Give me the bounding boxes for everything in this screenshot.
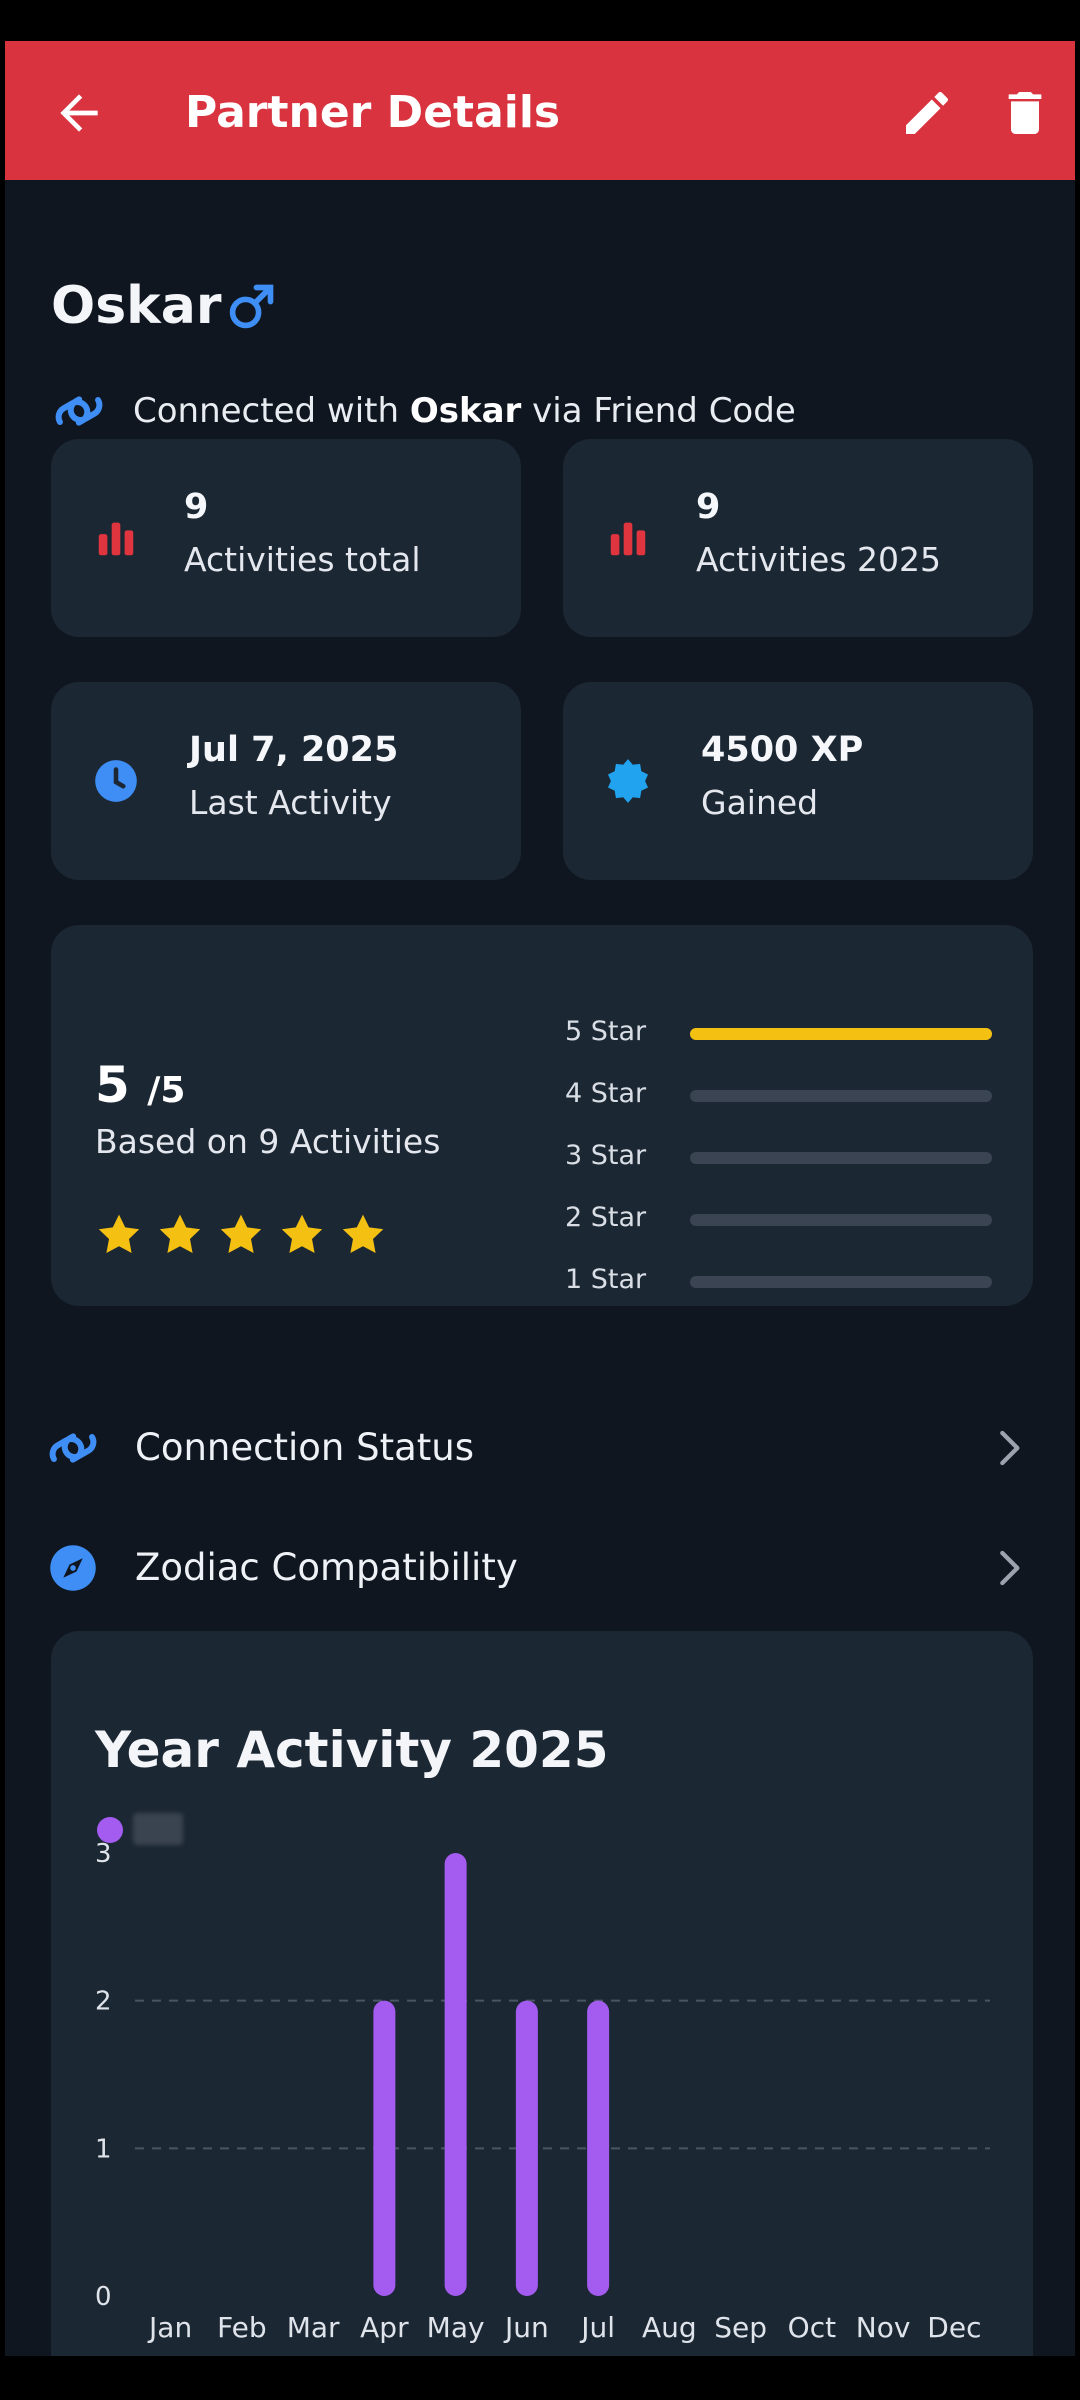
x-tick-label: Jun [503, 2311, 549, 2344]
year-activity-chart: 0 1 2 3 Jan Feb Mar Apr May Jun Jul Aug Sep Oct Nov Dec [95, 1839, 990, 2344]
x-tick-label: Nov [856, 2311, 911, 2344]
x-tick-label: Feb [217, 2311, 267, 2344]
chart-bar-jul [587, 2000, 610, 2296]
y-tick-label: 3 [95, 1839, 112, 1869]
chart-bar-jun [515, 2000, 538, 2296]
screen: Partner Details Oskar Connected with Osk… [5, 41, 1075, 2356]
y-tick-label: 2 [95, 1987, 112, 2017]
y-tick-label: 1 [95, 2134, 112, 2164]
x-tick-label: Sep [714, 2311, 767, 2344]
chart-bar-may [444, 1853, 467, 2296]
x-tick-label: Apr [360, 2311, 409, 2344]
x-tick-label: Dec [927, 2311, 981, 2344]
x-tick-label: May [427, 2311, 485, 2344]
x-tick-label: Aug [642, 2311, 697, 2344]
chart-bar-apr [373, 2000, 396, 2296]
x-tick-label: Oct [788, 2311, 836, 2344]
x-tick-label: Jul [579, 2311, 615, 2344]
x-tick-label: Mar [287, 2311, 340, 2344]
x-tick-label: Jan [147, 2311, 192, 2344]
y-tick-label: 0 [95, 2282, 112, 2312]
